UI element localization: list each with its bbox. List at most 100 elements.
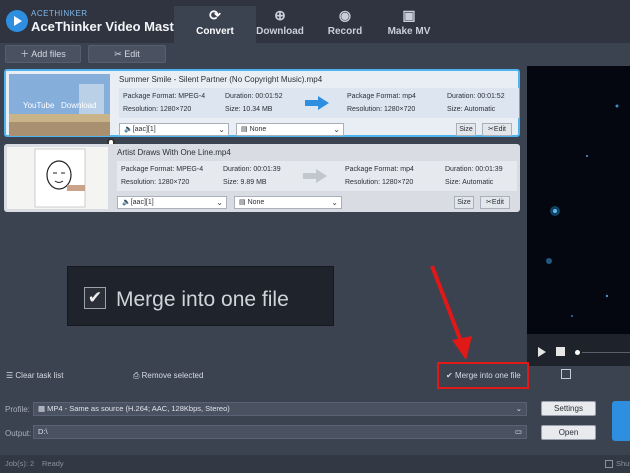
speaker-icon: 🔈	[124, 126, 133, 133]
output-path-value: D:\	[38, 427, 48, 436]
task-edit-button[interactable]: ✂Edit	[482, 123, 512, 136]
audio-track-value: [aac][1]	[130, 199, 154, 206]
player-controls	[527, 334, 630, 368]
task-edit-button[interactable]: ✂Edit	[480, 196, 510, 209]
thumb-download-text: Download	[61, 101, 97, 110]
annotation-arrow	[430, 265, 472, 360]
task-actions-bar	[0, 366, 630, 388]
convert-button[interactable]	[612, 401, 630, 441]
profile-value: MP4 - Same as source (H.264; AAC, 128Kbp…	[47, 404, 230, 413]
add-files-button[interactable]: ＋ Add files	[5, 45, 81, 63]
status-bar: Job(s): 2 Ready Shut	[0, 455, 630, 473]
src-resolution: Resolution: 1280×720	[123, 106, 192, 113]
convert-arrow-icon	[305, 96, 329, 110]
src-size: Size: 9.89 MB	[223, 179, 267, 186]
size-button[interactable]: Size	[454, 196, 474, 209]
plus-icon: ＋	[20, 49, 30, 59]
clear-list-icon: ☰	[6, 371, 16, 380]
subtitle-select[interactable]: ▤ None ⌄	[234, 196, 342, 209]
subtitle-value: None	[247, 199, 265, 206]
out-resolution: Resolution: 1280×720	[345, 179, 414, 186]
task-info: Package Format: MPEG-4 Duration: 00:01:5…	[119, 88, 519, 118]
out-format: Package Format: mp4	[345, 166, 414, 173]
check-icon: ✔	[84, 287, 106, 309]
task-filename: Artist Draws With One Line.mp4	[117, 148, 231, 157]
clear-label: Clear task list	[15, 371, 64, 380]
src-format: Package Format: MPEG-4	[123, 93, 206, 100]
folder-icon[interactable]: ▭	[515, 426, 522, 438]
remove-selected-button[interactable]: ⎙ Remove selected	[133, 371, 203, 381]
zoom-callout: ✔ Merge into one file	[67, 266, 334, 326]
chevron-down-icon: ⌄	[515, 404, 522, 413]
fullscreen-icon[interactable]	[561, 369, 571, 379]
open-button[interactable]: Open	[541, 425, 596, 440]
audio-track-select[interactable]: 🔈[aac][1] ⌄	[117, 196, 227, 209]
task-item[interactable]: Artist Draws With One Line.mp4 Package F…	[4, 144, 520, 212]
app-logo-icon	[6, 10, 28, 32]
edit-label: Edit	[124, 49, 140, 59]
subtitle-select[interactable]: ▤ None ⌄	[236, 123, 344, 136]
out-size: Size: Automatic	[447, 106, 496, 113]
tab-make-mv[interactable]: ▣ Make MV	[368, 6, 450, 43]
remove-icon: ⎙	[133, 371, 142, 380]
stop-icon[interactable]	[556, 347, 565, 356]
video-thumbnail: YouTube Download	[9, 74, 110, 136]
edit-button[interactable]: ✂ Edit	[88, 45, 166, 63]
src-format: Package Format: MPEG-4	[121, 166, 204, 173]
zoom-callout-label: Merge into one file	[116, 288, 289, 311]
output-path-field[interactable]: D:\ ▭	[33, 425, 527, 439]
add-files-label: Add files	[31, 49, 66, 59]
status-text: Ready	[42, 459, 64, 468]
highlight-box	[437, 362, 529, 389]
chevron-down-icon: ⌄	[333, 125, 340, 134]
src-resolution: Resolution: 1280×720	[121, 179, 190, 186]
seek-handle[interactable]	[575, 350, 580, 355]
src-duration: Duration: 00:01:39	[223, 166, 281, 173]
size-button[interactable]: Size	[456, 123, 476, 136]
thumbnail-art	[7, 147, 108, 209]
remove-label: Remove selected	[141, 371, 204, 380]
shutdown-label: Shut	[616, 459, 630, 468]
subtitle-value: None	[249, 126, 267, 133]
src-size: Size: 10.34 MB	[225, 106, 273, 113]
audio-track-select[interactable]: 🔈[aac][1] ⌄	[119, 123, 229, 136]
chevron-down-icon: ⌄	[216, 198, 223, 207]
thumbnail-art: YouTube Download	[9, 74, 110, 136]
tv-icon: ▣	[402, 7, 416, 23]
video-thumbnail	[7, 147, 108, 209]
task-edit-label: Edit	[491, 199, 504, 206]
subtitle-icon: ▤	[239, 199, 248, 206]
video-preview	[527, 66, 630, 334]
speaker-icon: 🔈	[122, 199, 131, 206]
subtitle-icon: ▤	[241, 126, 250, 133]
out-resolution: Resolution: 1280×720	[347, 106, 416, 113]
out-duration: Duration: 00:01:39	[445, 166, 503, 173]
task-edit-label: Edit	[493, 126, 506, 133]
chevron-down-icon: ⌄	[218, 125, 225, 134]
film-icon: ▦	[38, 404, 48, 413]
src-duration: Duration: 00:01:52	[225, 93, 283, 100]
tab-label: Make MV	[387, 26, 431, 37]
preview-art	[546, 104, 619, 317]
shutdown-checkbox[interactable]	[605, 460, 613, 468]
scissors-icon: ✂	[114, 49, 122, 59]
play-icon[interactable]	[538, 347, 546, 357]
audio-track-value: [aac][1]	[132, 126, 156, 133]
task-item[interactable]: YouTube Download Summer Smile - Silent P…	[4, 69, 520, 137]
task-info: Package Format: MPEG-4 Duration: 00:01:3…	[117, 161, 517, 191]
output-label: Output:	[5, 429, 32, 438]
task-filename: Summer Smile - Silent Partner (No Copyri…	[119, 75, 323, 84]
app-title: AceThinker Video Master	[31, 19, 187, 34]
out-format: Package Format: mp4	[347, 93, 416, 100]
settings-button[interactable]: Settings	[541, 401, 596, 416]
brand-small: ACETHINKER	[31, 9, 88, 18]
seek-track[interactable]	[582, 352, 630, 353]
job-count: Job(s): 2	[5, 459, 35, 468]
chevron-down-icon: ⌄	[331, 198, 338, 207]
profile-select[interactable]: ▦ MP4 - Same as source (H.264; AAC, 128K…	[33, 402, 527, 416]
out-duration: Duration: 00:01:52	[447, 93, 505, 100]
title-bar: ACETHINKER AceThinker Video Master ⟳ Con…	[0, 0, 630, 43]
clear-task-list-button[interactable]: ☰ Clear task list	[6, 371, 63, 380]
out-size: Size: Automatic	[445, 179, 494, 186]
thumb-youtube-text: YouTube	[23, 101, 55, 110]
